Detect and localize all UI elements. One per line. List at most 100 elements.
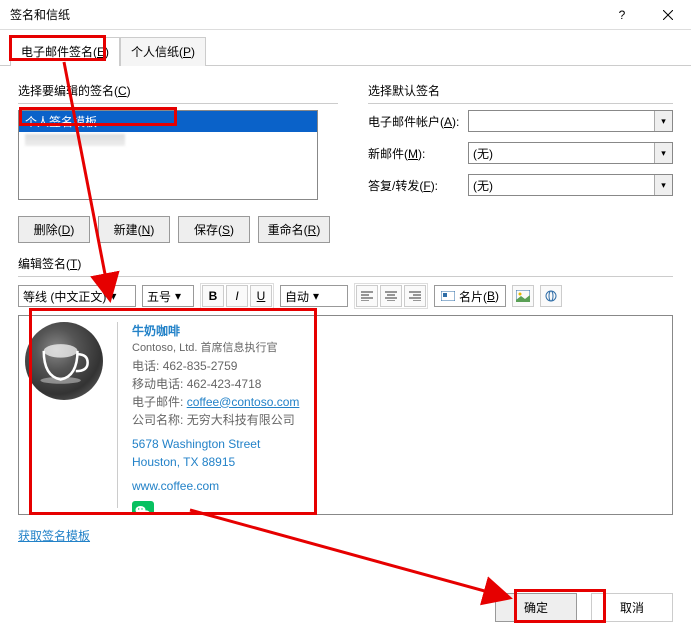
get-templates-link[interactable]: 获取签名模板: [18, 527, 90, 544]
new-message-label-post: ):: [418, 147, 425, 161]
reply-forward-label: 答复/转发(F):: [368, 177, 468, 194]
insert-link-button[interactable]: [540, 285, 562, 307]
delete-button-label-pre: 删除(: [34, 223, 62, 237]
email-account-label-post: ):: [452, 115, 459, 129]
ok-button[interactable]: 确定: [495, 593, 577, 622]
italic-button[interactable]: I: [226, 285, 248, 307]
new-button[interactable]: 新建(N): [98, 216, 170, 243]
save-button[interactable]: 保存(S): [178, 216, 250, 243]
signature-content: 牛奶咖啡 Contoso, Ltd. 首席信息执行官 电话: 462-835-2…: [132, 322, 299, 508]
link-icon: [544, 289, 558, 303]
font-family-select[interactable]: 等线 (中文正文) ▾: [18, 285, 136, 307]
signature-company: 公司名称: 无穷大科技有限公司: [132, 411, 299, 429]
email-account-dropdown[interactable]: ▾: [468, 110, 673, 132]
align-center-button[interactable]: [380, 285, 402, 307]
align-right-button[interactable]: [404, 285, 426, 307]
delete-button-label-post: ): [70, 223, 74, 237]
bold-icon: B: [209, 289, 218, 303]
edit-signature-label-pre: 编辑签名(: [18, 257, 70, 271]
signature-image: [25, 322, 103, 400]
align-right-icon: [409, 291, 421, 301]
select-to-edit-accel: C: [118, 84, 127, 98]
help-icon: ?: [619, 8, 626, 22]
chevron-down-icon: ▾: [654, 143, 672, 163]
rename-button-label-post: ): [316, 223, 320, 237]
save-button-label-post: ): [230, 223, 234, 237]
signature-list-item-selected[interactable]: 个人签名模板: [19, 111, 317, 132]
signature-company-value: 无穷大科技有限公司: [187, 413, 295, 427]
new-message-label-pre: 新邮件(: [368, 147, 408, 161]
business-card-button[interactable]: 名片(B): [434, 285, 506, 307]
font-color-value: 自动: [285, 288, 309, 305]
signature-url: www.coffee.com: [132, 477, 299, 495]
underline-button[interactable]: U: [250, 285, 272, 307]
select-to-edit-label: 选择要编辑的签名(C): [18, 82, 338, 99]
signature-phone-label: 电话:: [132, 359, 159, 373]
signature-email-link[interactable]: coffee@contoso.com: [187, 395, 300, 409]
select-to-edit-section: 选择要编辑的签名(C) 个人签名模板 删除(D) 新建(N) 保存(S) 重命名…: [18, 76, 338, 243]
font-color-select[interactable]: 自动 ▾: [280, 285, 348, 307]
font-size-select[interactable]: 五号 ▾: [142, 285, 194, 307]
italic-icon: I: [235, 289, 238, 303]
tab-email-signature-label-pre: 电子邮件签名(: [21, 45, 97, 59]
close-icon: [663, 10, 673, 20]
tab-stationery[interactable]: 个人信纸(P): [120, 37, 206, 66]
reply-forward-accel: F: [423, 179, 430, 193]
signature-mobile-label: 移动电话:: [132, 377, 183, 391]
reply-forward-value: (无): [473, 177, 493, 194]
business-card-label-post: ): [495, 289, 499, 303]
default-signature-label: 选择默认签名: [368, 82, 673, 99]
signature-mobile: 移动电话: 462-423-4718: [132, 375, 299, 393]
tab-email-signature-accel: E: [97, 45, 105, 59]
reply-forward-label-post: ):: [431, 179, 438, 193]
titlebar: 签名和信纸 ?: [0, 0, 691, 30]
cancel-button[interactable]: 取消: [591, 593, 673, 622]
align-left-icon: [361, 291, 373, 301]
align-left-button[interactable]: [356, 285, 378, 307]
chevron-down-icon: ▾: [654, 111, 672, 131]
bold-button[interactable]: B: [202, 285, 224, 307]
signature-role: Contoso, Ltd. 首席信息执行官: [132, 340, 299, 357]
rename-button[interactable]: 重命名(R): [258, 216, 330, 243]
tab-stationery-accel: P: [183, 45, 191, 59]
signature-company-prefix: Contoso, Ltd.: [132, 342, 201, 354]
reply-forward-dropdown[interactable]: (无) ▾: [468, 174, 673, 196]
new-message-accel: M: [408, 147, 418, 161]
help-button[interactable]: ?: [599, 0, 645, 30]
signature-email-label: 电子邮件:: [132, 395, 183, 409]
new-button-label-pre: 新建(: [114, 223, 142, 237]
signature-role-title: 首席信息执行官: [201, 342, 278, 354]
save-button-accel: S: [222, 223, 230, 237]
select-to-edit-label-pre: 选择要编辑的签名(: [18, 84, 118, 98]
signature-address1: 5678 Washington Street: [132, 435, 299, 453]
select-to-edit-label-post: ): [127, 84, 131, 98]
new-message-label: 新邮件(M):: [368, 145, 468, 162]
tabstrip: 电子邮件签名(E) 个人信纸(P): [0, 30, 691, 66]
font-size-value: 五号: [147, 288, 171, 305]
insert-picture-button[interactable]: [512, 285, 534, 307]
delete-button[interactable]: 删除(D): [18, 216, 90, 243]
font-family-value: 等线 (中文正文): [23, 288, 106, 305]
signature-company-label: 公司名称:: [132, 413, 183, 427]
email-account-label-pre: 电子邮件帐户(: [368, 115, 444, 129]
new-message-dropdown[interactable]: (无) ▾: [468, 142, 673, 164]
rename-button-label-pre: 重命名(: [268, 223, 308, 237]
email-account-label: 电子邮件帐户(A):: [368, 113, 468, 130]
chevron-down-icon: ▾: [313, 289, 327, 303]
align-center-icon: [385, 291, 397, 301]
signature-listbox[interactable]: 个人签名模板: [18, 110, 318, 200]
close-button[interactable]: [645, 0, 691, 30]
edit-signature-label-post: ): [77, 257, 81, 271]
tab-stationery-label-pre: 个人信纸(: [131, 45, 183, 59]
tab-stationery-label-post: ): [191, 45, 195, 59]
business-card-label-pre: 名片(: [459, 288, 487, 305]
new-message-value: (无): [473, 145, 493, 162]
business-card-icon: [441, 291, 455, 301]
business-card-accel: B: [487, 289, 495, 303]
signature-editor[interactable]: 牛奶咖啡 Contoso, Ltd. 首席信息执行官 电话: 462-835-2…: [18, 315, 673, 515]
signature-phone-value: 462-835-2759: [163, 359, 238, 373]
tab-email-signature[interactable]: 电子邮件签名(E): [10, 37, 120, 66]
coffee-cup-icon: [37, 334, 91, 388]
email-account-accel: A: [444, 115, 452, 129]
signature-mobile-value: 462-423-4718: [187, 377, 262, 391]
